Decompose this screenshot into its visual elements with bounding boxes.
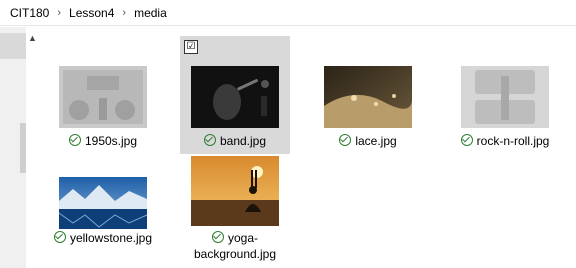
sync-status-icon [211, 231, 224, 243]
sync-status-icon [53, 231, 66, 243]
file-item-lace[interactable]: lace.jpg [313, 36, 423, 154]
navigation-pane[interactable] [0, 27, 26, 268]
selection-checkbox[interactable]: ☑ [184, 40, 198, 54]
scroll-up-icon[interactable]: ▲ [28, 33, 37, 43]
thumbnail-yoga-background [191, 156, 279, 226]
file-item-rock-n-roll[interactable]: rock-n-roll.jpg [445, 36, 565, 154]
file-label: yellowstone.jpg [48, 230, 158, 246]
breadcrumb-item-media[interactable]: media [130, 6, 171, 20]
breadcrumb: CIT180 › Lesson4 › media [0, 0, 576, 26]
breadcrumb-item-cit180[interactable]: CIT180 [6, 6, 53, 20]
file-item-band[interactable]: ☑ band.jpg [180, 36, 290, 154]
sync-status-icon [460, 134, 473, 146]
file-item-1950s[interactable]: 1950s.jpg [48, 36, 158, 154]
nav-selected-item[interactable] [0, 33, 26, 59]
thumbnail-lace [324, 66, 412, 128]
thumbnail-band [191, 66, 279, 128]
chevron-right-icon: › [57, 6, 62, 19]
file-item-yellowstone[interactable]: yellowstone.jpg [48, 144, 158, 268]
thumbnail-yellowstone [59, 177, 147, 229]
sync-status-icon [339, 134, 352, 146]
breadcrumb-item-lesson4[interactable]: Lesson4 [65, 6, 118, 20]
vertical-scrollbar[interactable]: ▲ [26, 27, 40, 268]
file-label: yoga-background.jpg [193, 231, 277, 261]
file-label: rock-n-roll.jpg [445, 133, 565, 149]
scrollbar-track[interactable] [29, 57, 37, 267]
file-label: lace.jpg [313, 133, 423, 149]
thumbnail-rock-n-roll [461, 66, 549, 128]
thumbnail-1950s [59, 66, 147, 128]
file-item-yoga-background[interactable]: yoga-background.jpg [180, 144, 290, 268]
chevron-right-icon: › [122, 6, 127, 19]
